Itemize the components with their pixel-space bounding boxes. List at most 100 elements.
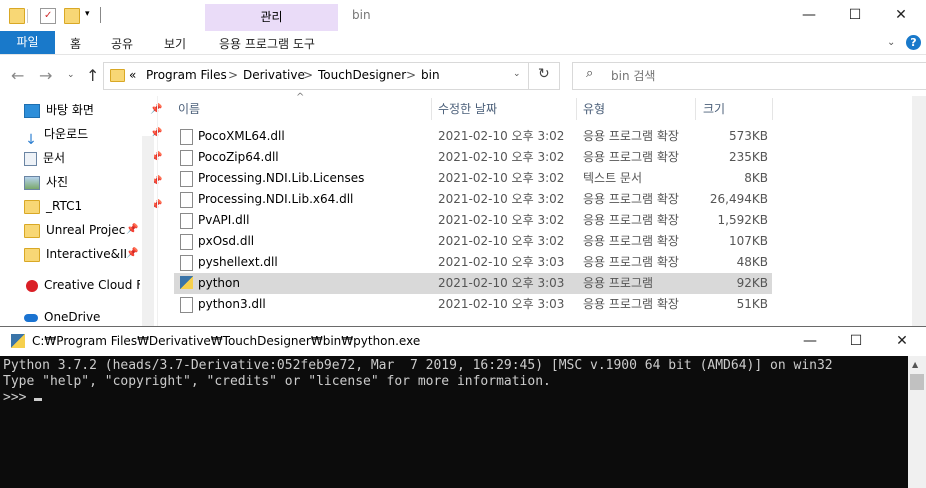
help-icon[interactable]: ? (906, 35, 921, 50)
tab-view[interactable]: 보기 (164, 35, 186, 52)
folder-icon[interactable] (9, 8, 25, 24)
sidebar-item-label: 문서 (43, 151, 66, 165)
breadcrumb-overflow[interactable]: « (129, 68, 136, 82)
table-row[interactable]: pxOsd.dll 2021-02-10 오후 3:02 응용 프로그램 확장 … (174, 231, 772, 252)
sidebar-item-label: OneDrive (44, 310, 101, 324)
tab-file[interactable]: 파일 (0, 31, 55, 54)
table-row[interactable]: PocoZip64.dll 2021-02-10 오후 3:02 응용 프로그램… (174, 147, 772, 168)
address-divider (528, 63, 529, 89)
table-row[interactable]: pyshellext.dll 2021-02-10 오후 3:03 응용 프로그… (174, 252, 772, 273)
toolbar-divider (27, 9, 28, 23)
up-arrow-icon[interactable]: ↑ (86, 66, 99, 85)
breadcrumb-separator[interactable]: > (406, 68, 416, 82)
minimize-button[interactable]: — (788, 330, 832, 352)
column-header-type[interactable]: 유형 (583, 98, 605, 120)
tab-application-tools[interactable]: 응용 프로그램 도구 (219, 35, 315, 52)
breadcrumb-derivative[interactable]: Derivative (243, 68, 305, 82)
recent-locations-icon[interactable]: ⌄ (67, 70, 75, 80)
minimize-button[interactable]: — (787, 4, 831, 26)
sort-ascending-icon: ^ (296, 92, 305, 103)
sidebar-item-unreal-projects[interactable]: Unreal Projec (24, 219, 142, 241)
file-name: PocoZip64.dll (198, 150, 279, 164)
table-row[interactable]: PvAPI.dll 2021-02-10 오후 3:02 응용 프로그램 확장 … (174, 210, 772, 231)
sidebar-item-creative-cloud[interactable]: Creative Cloud Fil (26, 274, 140, 296)
sidebar-item-onedrive[interactable]: OneDrive (24, 306, 100, 328)
file-size: 48KB (736, 255, 768, 269)
maximize-button[interactable]: ☐ (833, 4, 877, 26)
file-date: 2021-02-10 오후 3:02 (438, 129, 565, 143)
console-prompt-line[interactable]: >>> (3, 390, 43, 405)
pane-divider[interactable] (157, 96, 158, 326)
sidebar-scrollbar[interactable] (142, 136, 154, 326)
table-row-selected[interactable]: python 2021-02-10 오후 3:03 응용 프로그램 92KB (174, 273, 772, 294)
picture-icon (24, 175, 40, 190)
file-name: Processing.NDI.Lib.Licenses (198, 171, 365, 185)
table-row[interactable]: Processing.NDI.Lib.Licenses 2021-02-10 오… (174, 168, 772, 189)
refresh-icon[interactable]: ↻ (538, 66, 550, 82)
column-divider[interactable] (576, 98, 577, 120)
tab-share[interactable]: 공유 (111, 35, 133, 52)
column-header-date[interactable]: 수정한 날짜 (438, 98, 497, 120)
table-row[interactable]: Processing.NDI.Lib.x64.dll 2021-02-10 오후… (174, 189, 772, 210)
sidebar-item-desktop[interactable]: 바탕 화면 📌 (24, 99, 162, 121)
sidebar-item-label: 바탕 화면 (46, 103, 94, 117)
file-size: 235KB (728, 150, 768, 164)
console-output[interactable]: Python 3.7.2 (heads/3.7-Derivative:052fe… (0, 356, 908, 488)
breadcrumb-separator[interactable]: > (228, 68, 238, 82)
table-row[interactable]: python3.dll 2021-02-10 오후 3:03 응용 프로그램 확… (174, 294, 772, 315)
scrollbar-thumb[interactable] (910, 374, 924, 390)
search-box[interactable]: ⌕ (572, 62, 926, 90)
breadcrumb-program-files[interactable]: Program Files (146, 68, 227, 82)
file-list-scrollbar[interactable] (912, 96, 926, 326)
table-row[interactable]: PocoXML64.dll 2021-02-10 오후 3:02 응용 프로그램… (174, 126, 772, 147)
file-explorer-window: ✓ ▾ 관리 bin — ☐ ✕ 파일 홈 공유 보기 응용 프로그램 도구 ⌄… (0, 0, 926, 326)
breadcrumb-bin[interactable]: bin (421, 68, 440, 82)
creative-cloud-icon (26, 279, 38, 292)
file-size: 51KB (736, 297, 768, 311)
column-divider[interactable] (431, 98, 432, 120)
customize-toolbar-icon[interactable]: ▾ (85, 9, 90, 19)
document-icon (24, 151, 37, 166)
address-bar[interactable]: « Program Files > Derivative > TouchDesi… (103, 62, 560, 90)
scroll-up-icon[interactable]: ▲ (912, 360, 918, 369)
sidebar-item-label: _RTC1 (46, 199, 83, 213)
search-input[interactable] (609, 66, 913, 86)
close-button[interactable]: ✕ (880, 330, 924, 352)
breadcrumb-separator[interactable]: > (303, 68, 313, 82)
sidebar-item-interactive[interactable]: Interactive&II (24, 243, 142, 265)
breadcrumb-touchdesigner[interactable]: TouchDesigner (318, 68, 406, 82)
column-divider[interactable] (695, 98, 696, 120)
forward-arrow-icon[interactable]: → (39, 66, 52, 85)
sidebar-item-pictures[interactable]: 사진 📌 (24, 171, 162, 193)
address-history-icon[interactable]: ⌄ (513, 69, 521, 79)
dll-file-icon (180, 234, 193, 250)
file-size: 92KB (736, 276, 768, 290)
console-title: C:₩Program Files₩Derivative₩TouchDesigne… (32, 334, 421, 348)
sidebar-item-documents[interactable]: 문서 📌 (24, 147, 162, 169)
dll-file-icon (180, 150, 193, 166)
close-button[interactable]: ✕ (879, 4, 923, 26)
expand-ribbon-icon[interactable]: ⌄ (887, 37, 895, 48)
pin-icon[interactable]: 📌 (126, 219, 138, 241)
file-size: 573KB (728, 129, 768, 143)
column-divider[interactable] (772, 98, 773, 120)
sidebar-item-rtc1[interactable]: _RTC1 📌 (24, 195, 162, 217)
column-header-size[interactable]: 크기 (703, 98, 725, 120)
folder-icon (24, 247, 40, 262)
maximize-button[interactable]: ☐ (834, 330, 878, 352)
console-line: Type "help", "copyright", "credits" or "… (3, 374, 551, 389)
navigation-pane: 바탕 화면 📌 ↓ 다운로드 📌 문서 📌 사진 📌 _RTC1 📌 Unreal… (0, 96, 162, 328)
tab-home[interactable]: 홈 (70, 35, 81, 52)
file-name: python (198, 276, 240, 290)
back-arrow-icon[interactable]: ← (11, 66, 24, 85)
new-folder-icon[interactable] (64, 8, 80, 24)
tab-manage[interactable]: 관리 (205, 4, 338, 31)
sidebar-item-label: 사진 (46, 175, 69, 189)
console-scrollbar[interactable]: ▲ (908, 356, 926, 488)
column-header-name[interactable]: 이름 (178, 98, 200, 120)
properties-icon[interactable]: ✓ (40, 8, 56, 24)
file-date: 2021-02-10 오후 3:03 (438, 297, 565, 311)
sidebar-item-downloads[interactable]: ↓다운로드 📌 (24, 123, 162, 148)
folder-icon (24, 223, 40, 238)
pin-icon[interactable]: 📌 (126, 243, 138, 265)
